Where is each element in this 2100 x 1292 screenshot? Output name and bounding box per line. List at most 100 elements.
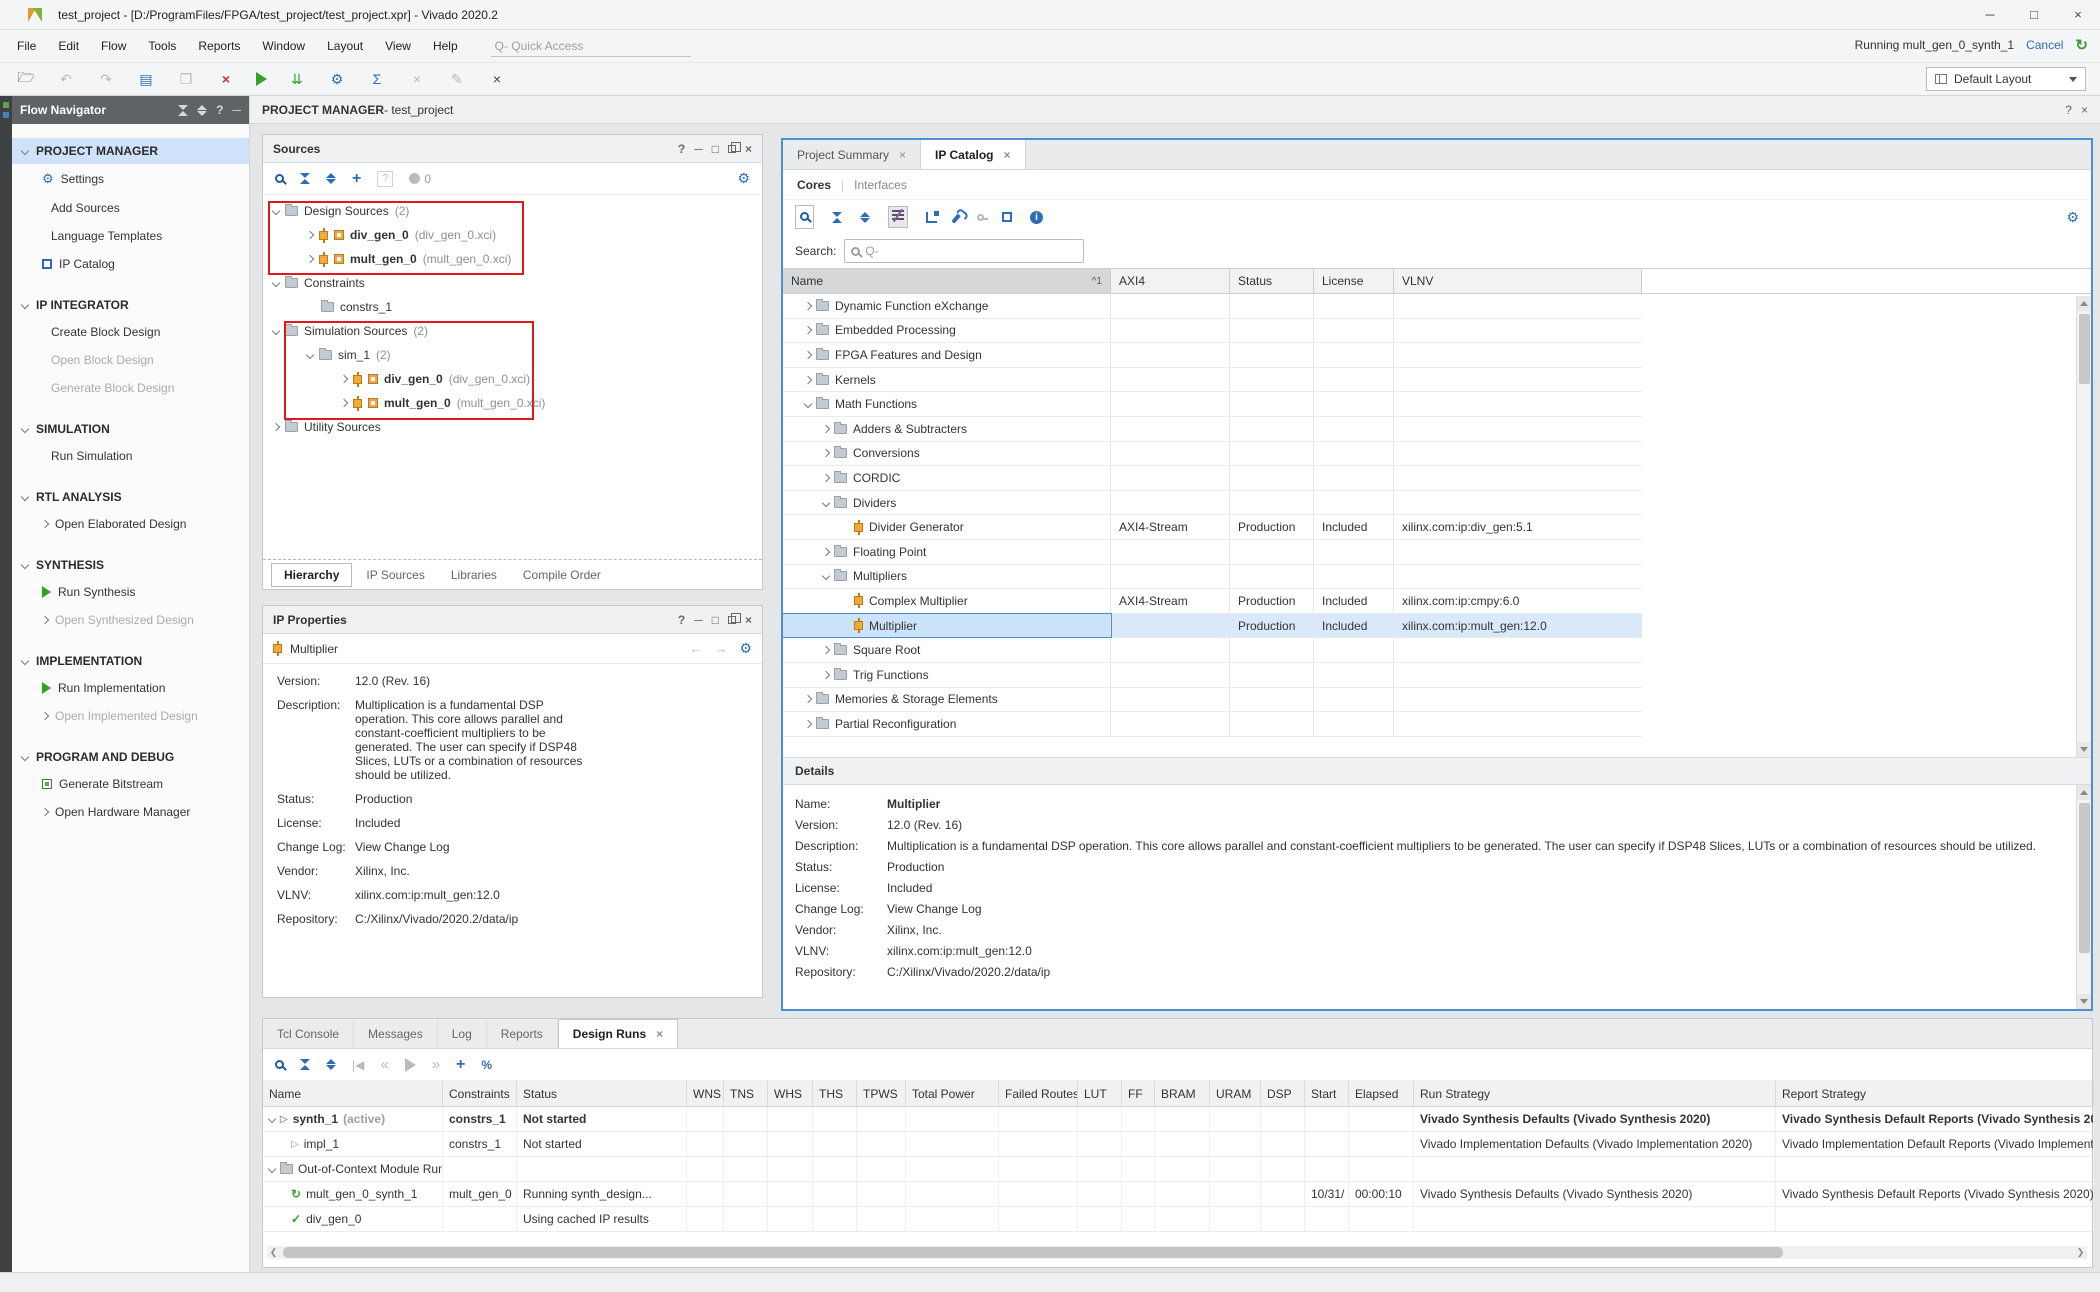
maximize-button[interactable]: □	[2012, 0, 2056, 30]
chevron-right-icon[interactable]	[804, 326, 812, 334]
filter-icon[interactable]	[888, 206, 908, 228]
run-icon[interactable]	[256, 72, 267, 86]
close-panel-icon[interactable]: ×	[745, 142, 752, 156]
flownav-item-create-block-design[interactable]: Create Block Design	[12, 318, 249, 346]
chevron-down-icon[interactable]	[21, 493, 29, 501]
tree-row-Simulation Sources[interactable]: Simulation Sources (2)	[263, 319, 762, 343]
bottom-tab-log[interactable]: Log	[438, 1020, 487, 1048]
field-value[interactable]: Production	[887, 860, 2037, 874]
close-icon[interactable]: ×	[2081, 103, 2088, 117]
catalog-row-trig-functions[interactable]: Trig Functions	[783, 663, 1642, 688]
sum-report-icon[interactable]: Σ	[367, 71, 387, 87]
back-arrow-icon[interactable]: ←	[689, 641, 702, 656]
chevron-down-icon[interactable]	[272, 279, 280, 287]
scrollbar-thumb[interactable]	[283, 1247, 1783, 1258]
menu-window[interactable]: Window	[251, 35, 316, 57]
add-sources-icon[interactable]: +	[352, 170, 361, 188]
sources-tab-hierarchy[interactable]: Hierarchy	[271, 563, 352, 587]
bottom-tab-messages[interactable]: Messages	[354, 1020, 438, 1048]
runs-column-run-strategy[interactable]: Run Strategy	[1414, 1081, 1776, 1106]
chip-icon[interactable]	[1002, 212, 1012, 222]
runs-column-bram[interactable]: BRAM	[1155, 1081, 1210, 1106]
chevron-down-icon[interactable]	[21, 657, 29, 665]
chevron-right-icon[interactable]	[804, 695, 812, 703]
column-license[interactable]: License	[1314, 269, 1394, 293]
runs-column-ff[interactable]: FF	[1122, 1081, 1155, 1106]
chevron-right-icon[interactable]	[306, 231, 314, 239]
layout-selector[interactable]: Default Layout	[1926, 67, 2086, 91]
section-rtl-analysis[interactable]: RTL ANALYSIS	[12, 484, 249, 510]
section-simulation[interactable]: SIMULATION	[12, 416, 249, 442]
chevron-right-icon[interactable]	[41, 520, 49, 528]
runs-column-wns[interactable]: WNS	[687, 1081, 724, 1106]
tree-row-mult_gen_0[interactable]: mult_gen_0 (mult_gen_0.xci)	[263, 391, 762, 415]
help-icon[interactable]: ?	[2065, 103, 2072, 117]
cancel-x-icon[interactable]: ×	[407, 71, 427, 87]
copy-icon[interactable]: ❒	[176, 71, 196, 88]
minimize-panel-icon[interactable]: ─	[232, 103, 241, 117]
field-value[interactable]: View Change Log	[355, 840, 450, 854]
save-icon[interactable]: ▤	[136, 71, 156, 88]
menu-help[interactable]: Help	[422, 35, 469, 57]
chevron-down-icon[interactable]	[268, 1115, 276, 1123]
flownav-item-open-elaborated-design[interactable]: Open Elaborated Design	[12, 510, 249, 538]
maximize-panel-icon[interactable]: □	[712, 613, 719, 627]
step-icon[interactable]: ⇊	[287, 71, 307, 88]
field-value[interactable]: Production	[355, 792, 412, 806]
minimize-panel-icon[interactable]: ─	[694, 613, 703, 627]
column-name[interactable]: Name ^1	[783, 269, 1111, 293]
menu-flow[interactable]: Flow	[90, 35, 137, 57]
chevron-down-icon[interactable]	[21, 425, 29, 433]
subtab-cores[interactable]: Cores	[797, 178, 831, 192]
catalog-row-divider-generator[interactable]: Divider GeneratorAXI4-StreamProductionIn…	[783, 515, 1642, 540]
gear-icon[interactable]: ⚙	[2066, 209, 2079, 226]
undo-icon[interactable]: ↶	[56, 71, 76, 88]
chevron-right-icon[interactable]	[306, 255, 314, 263]
search-icon[interactable]	[795, 205, 814, 229]
runs-row-synth-1[interactable]: ▷synth_1 (active)constrs_1Not startedViv…	[263, 1107, 2092, 1132]
menu-tools[interactable]: Tools	[137, 35, 187, 57]
chevron-down-icon[interactable]	[21, 301, 29, 309]
runs-column-constraints[interactable]: Constraints	[443, 1081, 517, 1106]
catalog-row-multiplier[interactable]: MultiplierProductionIncludedxilinx.com:i…	[783, 614, 1642, 639]
chevron-right-icon[interactable]	[272, 423, 280, 431]
flownav-item-generate-bitstream[interactable]: Generate Bitstream	[12, 770, 249, 798]
catalog-row-cordic[interactable]: CORDIC	[783, 466, 1642, 491]
expand-all-icon[interactable]	[326, 173, 336, 184]
chevron-right-icon[interactable]	[822, 646, 830, 654]
flownav-item-add-sources[interactable]: Add Sources	[12, 194, 249, 222]
section-synthesis[interactable]: SYNTHESIS	[12, 552, 249, 578]
catalog-row-dividers[interactable]: Dividers	[783, 491, 1642, 516]
catalog-row-conversions[interactable]: Conversions	[783, 442, 1642, 467]
gear-icon[interactable]: ⚙	[737, 170, 750, 187]
tab-ip-catalog[interactable]: IP Catalog ×	[921, 140, 1025, 169]
close-panel-icon[interactable]: ×	[745, 613, 752, 627]
catalog-row-math-functions[interactable]: Math Functions	[783, 392, 1642, 417]
tree-row-constrs_1[interactable]: constrs_1	[263, 295, 762, 319]
close-tab-icon[interactable]: ×	[899, 148, 906, 162]
tree-row-div_gen_0[interactable]: div_gen_0 (div_gen_0.xci)	[263, 223, 762, 247]
runs-column-whs[interactable]: WHS	[768, 1081, 813, 1106]
chevron-down-icon[interactable]	[272, 327, 280, 335]
chevron-right-icon[interactable]	[822, 547, 830, 555]
create-run-icon[interactable]: +	[456, 1056, 465, 1074]
section-implementation[interactable]: IMPLEMENTATION	[12, 648, 249, 674]
catalog-row-kernels[interactable]: Kernels	[783, 368, 1642, 393]
help-icon[interactable]: ?	[678, 613, 685, 627]
catalog-vertical-scrollbar[interactable]	[2076, 296, 2091, 757]
bottom-tab-tcl-console[interactable]: Tcl Console	[263, 1020, 354, 1048]
float-panel-icon[interactable]	[728, 616, 736, 624]
collapse-all-icon[interactable]	[178, 105, 188, 116]
tab-project-summary[interactable]: Project Summary ×	[783, 140, 921, 169]
collapse-all-icon[interactable]	[300, 1059, 310, 1070]
menu-layout[interactable]: Layout	[316, 35, 374, 57]
runs-row-mult-gen-0-synth-1[interactable]: ↻mult_gen_0_synth_1mult_gen_0Running syn…	[263, 1182, 2092, 1207]
scroll-right-icon[interactable]: ❯	[2074, 1246, 2087, 1259]
chevron-down-icon[interactable]	[21, 147, 29, 155]
chevron-right-icon[interactable]	[41, 616, 49, 624]
catalog-row-complex-multiplier[interactable]: Complex MultiplierAXI4-StreamProductionI…	[783, 589, 1642, 614]
hierarchy-view-icon[interactable]	[926, 212, 937, 223]
runs-column-lut[interactable]: LUT	[1078, 1081, 1122, 1106]
menu-reports[interactable]: Reports	[187, 35, 251, 57]
chevron-right-icon[interactable]	[804, 720, 812, 728]
